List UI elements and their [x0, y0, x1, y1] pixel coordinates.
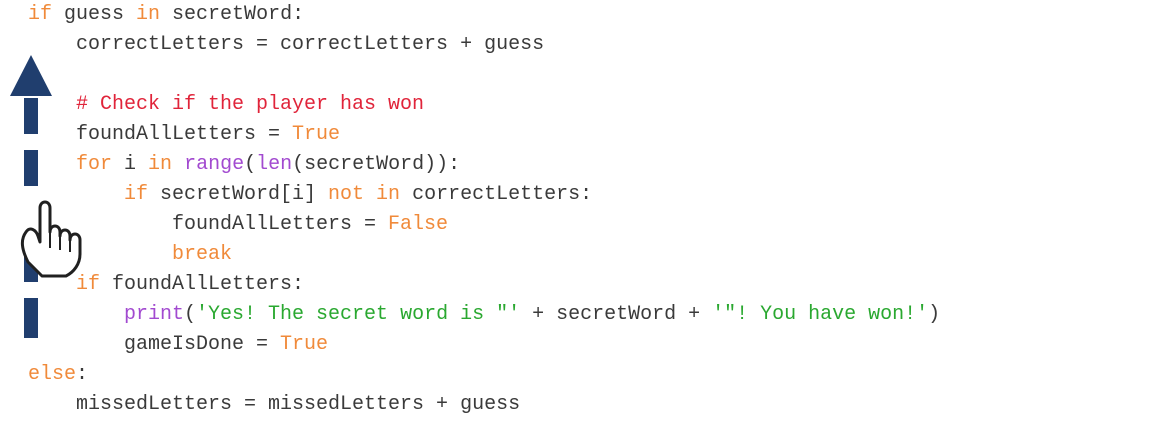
arrow-dash	[24, 150, 38, 186]
arrow-head	[10, 55, 52, 96]
arrow-dash	[24, 98, 38, 134]
arrow-dash	[24, 298, 38, 338]
overlay	[10, 55, 82, 338]
pointing-hand-icon	[20, 200, 82, 278]
arrow-up-icon	[10, 55, 52, 338]
